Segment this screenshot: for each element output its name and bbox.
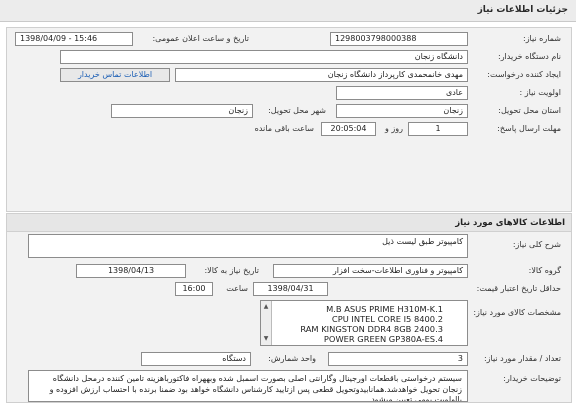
goods-section: اطلاعات کالاهای مورد نیاز شرح کلی نیاز: …: [6, 213, 572, 403]
description-label: توضیحات خریدار:: [503, 374, 561, 383]
announce-date-field[interactable]: 1398/04/09 - 15:46: [15, 32, 133, 46]
need-date-field[interactable]: 1398/04/13: [76, 264, 186, 278]
validity-label: حداقل تاریخ اعتبار قیمت:: [476, 284, 561, 293]
buyer-label: نام دستگاه خریدار:: [498, 52, 561, 61]
province-field[interactable]: زنجان: [336, 104, 468, 118]
goods-section-header: اطلاعات کالاهای مورد نیاز: [7, 214, 571, 232]
validity-date-field[interactable]: 1398/04/31: [253, 282, 328, 296]
list-item[interactable]: POWER GREEN GP380A-ES.4: [324, 334, 443, 344]
need-date-label: تاریخ نیاز به کالا:: [204, 266, 259, 275]
buyer-contact-button[interactable]: اطلاعات تماس خریدار: [60, 68, 170, 82]
summary-field[interactable]: کامپیوتر طبق لیست ذیل: [28, 234, 468, 258]
creator-field[interactable]: مهدی خانمحمدی کارپرداز دانشگاه زنجان: [175, 68, 468, 82]
list-item[interactable]: CPU INTEL CORE I5 8400.2: [332, 314, 443, 324]
need-number-field[interactable]: 1298003798000388: [330, 32, 468, 46]
group-field[interactable]: کامپیوتر و فناوری اطلاعات-سخت افزار: [273, 264, 468, 278]
need-details-section: شماره نیاز: 1298003798000388 تاریخ و ساع…: [6, 27, 572, 212]
deadline-time-field[interactable]: 20:05:04: [321, 122, 376, 136]
announce-date-label: تاریخ و ساعت اعلان عمومی:: [152, 34, 249, 43]
page-title: جزئیات اطلاعات نیاز: [477, 5, 568, 15]
buyer-field[interactable]: دانشگاه زنجان: [60, 50, 468, 64]
scroll-down-icon[interactable]: ▼: [262, 335, 270, 343]
specs-label: مشخصات کالای مورد نیاز:: [473, 308, 561, 317]
description-field[interactable]: سیستم درخواستی باقطعات اورجینال وگارانتی…: [28, 370, 468, 402]
deadline-days-unit: روز و: [385, 124, 403, 133]
city-label: شهر محل تحویل:: [268, 106, 326, 115]
scroll-up-icon[interactable]: ▲: [262, 303, 270, 311]
city-field[interactable]: زنجان: [111, 104, 253, 118]
unit-label: واحد شمارش:: [268, 354, 316, 363]
deadline-label: مهلت ارسال پاسخ:: [497, 124, 561, 133]
priority-label: اولویت نیاز :: [519, 88, 561, 97]
province-label: استان محل تحویل:: [498, 106, 561, 115]
validity-time-label: ساعت: [226, 284, 248, 293]
summary-label: شرح کلی نیاز:: [512, 240, 561, 249]
deadline-remaining-label: ساعت باقی مانده: [254, 124, 314, 133]
specs-scrollbar[interactable]: ▲ ▼: [261, 301, 272, 345]
list-item[interactable]: RAM KINGSTON DDR4 8GB 2400.3: [300, 324, 443, 334]
count-field[interactable]: 3: [328, 352, 468, 366]
count-label: تعداد / مقدار مورد نیاز:: [483, 354, 561, 363]
deadline-days-field[interactable]: 1: [408, 122, 468, 136]
specs-listbox[interactable]: M.B ASUS PRIME H310M-K.1 CPU INTEL CORE …: [260, 300, 468, 346]
unit-field[interactable]: دستگاه: [141, 352, 251, 366]
creator-label: ایجاد کننده درخواست:: [487, 70, 561, 79]
validity-time-field[interactable]: 16:00: [175, 282, 213, 296]
title-bar: جزئیات اطلاعات نیاز: [0, 0, 576, 22]
list-item[interactable]: M.B ASUS PRIME H310M-K.1: [326, 304, 443, 314]
need-number-label: شماره نیاز:: [523, 34, 561, 43]
goods-section-title: اطلاعات کالاهای مورد نیاز: [455, 218, 565, 228]
priority-field[interactable]: عادی: [336, 86, 468, 100]
group-label: گروه کالا:: [528, 266, 561, 275]
